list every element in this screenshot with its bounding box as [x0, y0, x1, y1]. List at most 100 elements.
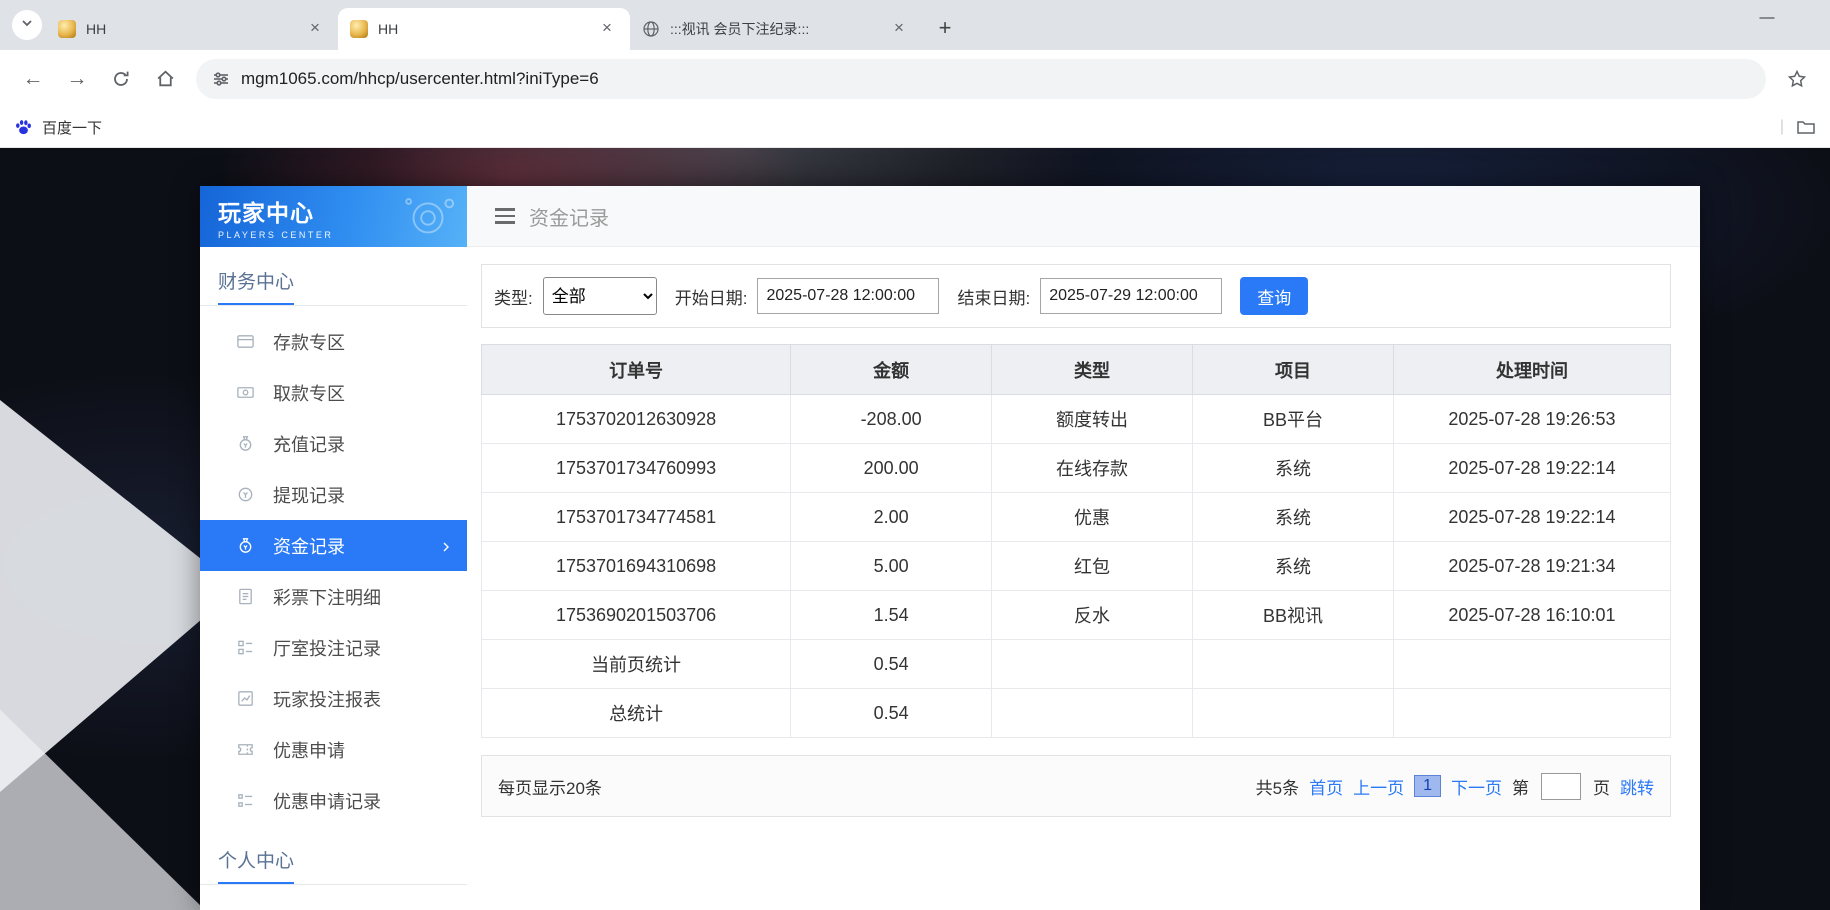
- cell-time: 2025-07-28 19:21:34: [1393, 542, 1670, 591]
- gamepad-icon: [399, 194, 457, 243]
- close-icon[interactable]: ×: [304, 18, 326, 40]
- separator: |: [1780, 118, 1784, 136]
- search-button[interactable]: 查询: [1240, 277, 1308, 315]
- table-row: 1753701734774581 2.00 优惠 系统 2025-07-28 1…: [482, 493, 1671, 542]
- col-project: 项目: [1193, 345, 1394, 395]
- content-area: 类型: 全部 开始日期: 结束日期: 查询: [467, 247, 1700, 817]
- sidebar-menu-personal: 消息公告: [200, 885, 467, 910]
- bookmark-star-icon[interactable]: [1776, 58, 1818, 100]
- main-header: 资金记录: [467, 186, 1700, 247]
- sidebar-item-label: 资金记录: [273, 533, 345, 559]
- reload-button[interactable]: [100, 58, 142, 100]
- site-info-icon[interactable]: [212, 70, 230, 88]
- sidebar-item-deposit-zone[interactable]: 存款专区: [200, 316, 467, 367]
- page-suffix-text: 页: [1593, 774, 1610, 799]
- table-row-total-stats: 总统计 0.54: [482, 689, 1671, 738]
- sidebar-item-promo-apply-records[interactable]: 优惠申请记录: [200, 775, 467, 826]
- url-text: mgm1065.com/hhcp/usercenter.html?iniType…: [241, 69, 599, 89]
- cell-type: 反水: [992, 591, 1193, 640]
- forward-button[interactable]: →: [56, 58, 98, 100]
- coin-icon: [236, 485, 255, 504]
- folder-icon[interactable]: [1796, 117, 1816, 137]
- sidebar-item-lottery-bet-detail[interactable]: 彩票下注明细: [200, 571, 467, 622]
- section-label: 财务中心: [218, 267, 294, 305]
- section-personal-center[interactable]: 个人中心: [200, 826, 467, 885]
- back-button[interactable]: ←: [12, 58, 54, 100]
- cell-type: [992, 689, 1193, 738]
- sidebar-item-withdrawal-records[interactable]: 提现记录: [200, 469, 467, 520]
- pagination-controls: 共5条 首页 上一页 1 下一页 第 页 跳转: [1256, 773, 1654, 800]
- sidebar-item-messages[interactable]: 消息公告: [200, 895, 467, 910]
- sidebar-item-label: 彩票下注明细: [273, 584, 381, 610]
- sidebar-item-fund-records[interactable]: 资金记录: [200, 520, 467, 571]
- cell-stats-label: 当前页统计: [482, 640, 791, 689]
- cell-amount: 0.54: [791, 689, 992, 738]
- cell-order-id: 1753702012630928: [482, 395, 791, 444]
- cell-type: 优惠: [992, 493, 1193, 542]
- type-select[interactable]: 全部: [543, 277, 657, 315]
- prev-page-link[interactable]: 上一页: [1353, 774, 1404, 799]
- bookmark-baidu[interactable]: 百度一下: [14, 117, 102, 138]
- menu-icon[interactable]: [495, 208, 515, 224]
- cell-project: 系统: [1193, 493, 1394, 542]
- jump-link[interactable]: 跳转: [1620, 774, 1654, 799]
- next-page-link[interactable]: 下一页: [1451, 774, 1502, 799]
- sidebar-menu: 存款专区 取款专区 充值记录 提现记录: [200, 306, 467, 826]
- cell-project: [1193, 689, 1394, 738]
- close-icon[interactable]: ×: [888, 18, 910, 40]
- close-icon[interactable]: ×: [596, 18, 618, 40]
- baidu-icon: [14, 118, 33, 137]
- sidebar-item-label: 取款专区: [273, 380, 345, 406]
- col-order-id: 订单号: [482, 345, 791, 395]
- jump-page-input[interactable]: [1541, 773, 1581, 800]
- browser-tab-2-active[interactable]: HH ×: [338, 8, 630, 50]
- sidebar-item-player-bet-report[interactable]: 玩家投注报表: [200, 673, 467, 724]
- hh-favicon: [350, 20, 368, 38]
- sidebar-item-label: 玩家投注报表: [273, 686, 381, 712]
- cell-stats-label: 总统计: [482, 689, 791, 738]
- new-tab-button[interactable]: +: [928, 11, 962, 45]
- cell-project: BB视讯: [1193, 591, 1394, 640]
- end-date-input[interactable]: [1040, 278, 1222, 314]
- cell-amount: 1.54: [791, 591, 992, 640]
- chevron-down-icon: [20, 16, 34, 35]
- current-page-button[interactable]: 1: [1414, 775, 1441, 797]
- home-button[interactable]: [144, 58, 186, 100]
- cell-amount: 200.00: [791, 444, 992, 493]
- sidebar-item-withdraw-zone[interactable]: 取款专区: [200, 367, 467, 418]
- cell-project: [1193, 640, 1394, 689]
- page-size-text: 每页显示20条: [498, 774, 602, 799]
- start-date-label: 开始日期:: [675, 284, 748, 309]
- pagination-bar: 每页显示20条 共5条 首页 上一页 1 下一页 第 页 跳转: [481, 755, 1671, 817]
- tab-search-button[interactable]: [12, 10, 42, 40]
- browser-tab-3[interactable]: :::视讯 会员下注纪录::: ×: [630, 8, 922, 50]
- minimize-button[interactable]: —: [1744, 0, 1790, 34]
- col-process-time: 处理时间: [1393, 345, 1670, 395]
- cell-order-id: 1753701694310698: [482, 542, 791, 591]
- page-title: 资金记录: [529, 202, 609, 231]
- sidebar-item-recharge-records[interactable]: 充值记录: [200, 418, 467, 469]
- bookmark-label: 百度一下: [42, 117, 102, 138]
- sidebar-item-promo-apply[interactable]: 优惠申请: [200, 724, 467, 775]
- sidebar: 玩家中心 PLAYERS CENTER 财务中心 存款专区: [200, 186, 467, 910]
- cell-time: [1393, 689, 1670, 738]
- cell-project: BB平台: [1193, 395, 1394, 444]
- money-bag-icon: [236, 536, 255, 555]
- cell-type: [992, 640, 1193, 689]
- sidebar-item-hall-bet-records[interactable]: 厅室投注记录: [200, 622, 467, 673]
- address-bar[interactable]: mgm1065.com/hhcp/usercenter.html?iniType…: [196, 59, 1766, 99]
- sidebar-header: 玩家中心 PLAYERS CENTER: [200, 186, 467, 247]
- chevron-right-icon: [439, 538, 453, 559]
- page-prefix-text: 第: [1512, 774, 1529, 799]
- cell-time: 2025-07-28 19:22:14: [1393, 444, 1670, 493]
- cell-amount: 2.00: [791, 493, 992, 542]
- page-background: 玩家中心 PLAYERS CENTER 财务中心 存款专区: [0, 148, 1830, 910]
- first-page-link[interactable]: 首页: [1309, 774, 1343, 799]
- start-date-input[interactable]: [757, 278, 939, 314]
- section-finance-center[interactable]: 财务中心: [200, 247, 467, 306]
- col-type: 类型: [992, 345, 1193, 395]
- bank-card-icon: [236, 332, 255, 351]
- table-row: 1753701734760993 200.00 在线存款 系统 2025-07-…: [482, 444, 1671, 493]
- browser-tab-1[interactable]: HH ×: [46, 8, 338, 50]
- table-row-page-stats: 当前页统计 0.54: [482, 640, 1671, 689]
